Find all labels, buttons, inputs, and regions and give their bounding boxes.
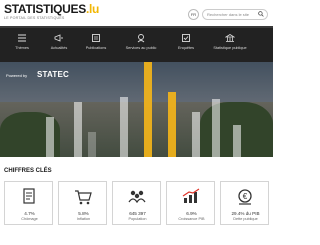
key-figure-value: 4.7% xyxy=(24,211,35,216)
hero-bar xyxy=(168,92,176,157)
hero-bar xyxy=(120,97,128,157)
hero-banner: Powered by STATEC xyxy=(0,62,273,157)
hero-bar xyxy=(192,112,200,157)
service-icon xyxy=(137,34,145,43)
nav-item-actualites[interactable]: Actualités xyxy=(39,33,79,50)
nav-item-statistique-publique[interactable]: Statistique publique xyxy=(210,33,250,50)
search-placeholder: Rechercher dans le site xyxy=(207,12,250,17)
book-icon xyxy=(92,34,100,42)
key-figure-label: Chômage xyxy=(21,217,38,221)
hero-bar xyxy=(144,62,152,157)
site-logo[interactable]: STATISTIQUES.lu xyxy=(4,3,99,16)
svg-text:€: € xyxy=(243,192,248,201)
survey-icon xyxy=(182,34,190,42)
key-figure-card-dette-publique[interactable]: € 29.4% du PIB Dette publique xyxy=(220,181,269,225)
cart-icon xyxy=(75,190,92,205)
key-figure-card-inflation[interactable]: 5.8% Inflation xyxy=(58,181,107,225)
document-icon xyxy=(23,188,35,204)
language-selector[interactable]: FR xyxy=(188,9,199,20)
key-figure-card-chomage[interactable]: 4.7% Chômage xyxy=(4,181,53,225)
nav-item-enquetes[interactable]: Enquêtes xyxy=(166,33,206,50)
hero-bar xyxy=(88,132,96,157)
nav-item-services[interactable]: Services au public xyxy=(121,33,161,50)
hero-bar xyxy=(212,99,220,157)
institution-icon xyxy=(225,34,235,42)
hero-bar xyxy=(233,125,241,157)
growth-chart-icon xyxy=(182,188,200,203)
nav-label: Actualités xyxy=(50,46,68,50)
search-input[interactable]: Rechercher dans le site xyxy=(202,9,268,20)
search-icon[interactable] xyxy=(258,11,264,17)
key-figure-value: 5.8% xyxy=(78,211,89,216)
key-figures-cards: 4.7% Chômage 5.8% Inflation 645 397 Popu… xyxy=(4,181,269,225)
statec-logo[interactable]: STATEC xyxy=(37,70,69,79)
nav-item-publications[interactable]: Publications xyxy=(76,33,116,50)
key-figure-label: Population xyxy=(128,217,147,221)
hero-bar xyxy=(74,102,82,157)
megaphone-icon xyxy=(54,34,63,42)
section-title: CHIFFRES CLÉS xyxy=(4,168,52,174)
nav-label: Statistique publique xyxy=(213,46,247,50)
key-figure-label: Dette publique xyxy=(233,217,258,221)
powered-by-label: Powered by xyxy=(6,73,28,78)
list-icon xyxy=(18,34,26,42)
site-header: STATISTIQUES.lu LE PORTAIL DES STATISTIQ… xyxy=(0,0,273,26)
debt-icon: € xyxy=(238,189,252,205)
nav-item-themes[interactable]: Thèmes xyxy=(2,33,42,50)
people-icon xyxy=(128,190,146,204)
key-figure-card-population[interactable]: 645 397 Population xyxy=(112,181,161,225)
hero-bar xyxy=(46,117,54,157)
key-figure-card-croissance-pib[interactable]: 6.9% Croissance PIB xyxy=(166,181,215,225)
key-figures-section: CHIFFRES CLÉS 4.7% Chômage 5.8% Inflatio… xyxy=(0,157,273,245)
key-figure-value: 645 397 xyxy=(129,211,146,216)
nav-label: Enquêtes xyxy=(177,46,195,50)
nav-label: Thèmes xyxy=(15,46,29,50)
key-figure-label: Inflation xyxy=(76,217,91,221)
key-figure-value: 6.9% xyxy=(186,211,197,216)
nav-label: Services au public xyxy=(125,46,157,50)
key-figure-label: Croissance PIB xyxy=(178,217,205,221)
key-figure-value: 29.4% du PIB xyxy=(231,211,260,216)
site-tagline: LE PORTAIL DES STATISTIQUES xyxy=(4,16,65,20)
main-navigation: Thèmes Actualités Publications Services … xyxy=(0,26,273,62)
nav-label: Publications xyxy=(85,46,107,50)
